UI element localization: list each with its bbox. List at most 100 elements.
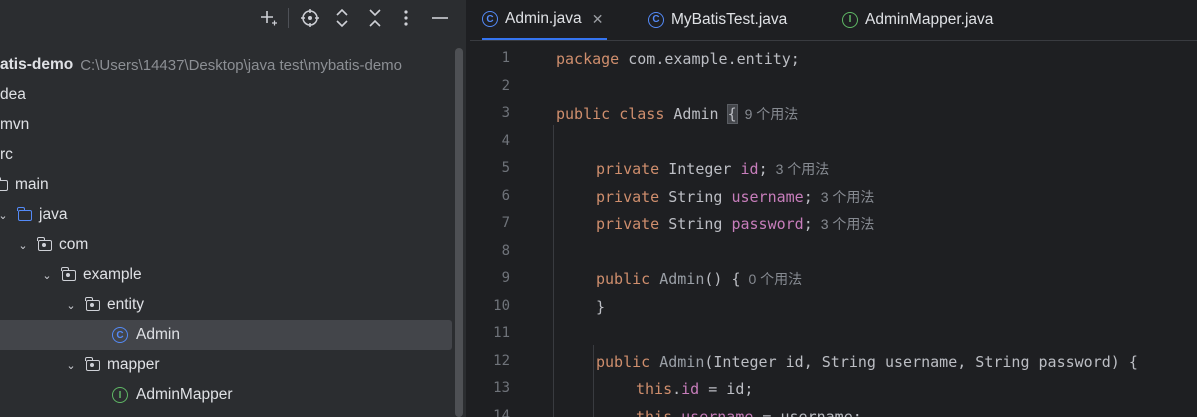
code-editor: C Admin.java ✕ C MyBatisTest.java I Admi… xyxy=(470,0,1197,417)
code-line-10: } xyxy=(596,294,605,321)
tree-item-main[interactable]: main xyxy=(0,170,452,200)
code-line-7: private String password; 3 个用法 xyxy=(596,211,874,238)
tree-item-label: java xyxy=(39,206,68,223)
tree-item-example[interactable]: ⌄ example xyxy=(0,260,452,290)
indent-guide xyxy=(553,125,554,417)
line-number: 2 xyxy=(501,78,510,94)
keyword: private xyxy=(596,160,660,178)
keyword: private xyxy=(596,188,660,206)
tree-item-label: dea xyxy=(0,86,26,103)
field-name: id xyxy=(740,160,759,178)
module-path: C:\Users\14437\Desktop\java test\mybatis… xyxy=(80,56,403,74)
code-line-12: public Admin(Integer id, String username… xyxy=(596,349,1138,376)
tree-item-mvn[interactable]: mvn xyxy=(0,110,452,140)
line-number: 12 xyxy=(493,353,510,369)
keyword: package xyxy=(556,50,620,68)
chevron-down-icon[interactable]: ⌄ xyxy=(0,209,10,222)
test-class-icon: C xyxy=(648,11,664,28)
tree-item-label: Admin xyxy=(136,326,180,343)
indent-guide xyxy=(593,345,594,417)
class-icon: C xyxy=(482,11,498,27)
tab-adminmapper-java[interactable]: I AdminMapper.java xyxy=(842,0,993,39)
line-number: 1 xyxy=(501,50,510,66)
code-text: com.example.entity; xyxy=(619,50,800,68)
code-text: . xyxy=(672,380,682,398)
line-number: 8 xyxy=(501,243,510,259)
project-panel: atis-demo C:\Users\14437\Desktop\java te… xyxy=(0,0,466,417)
tree-item-java[interactable]: ⌄ java xyxy=(0,200,452,230)
usage-hint[interactable]: 3 个用法 xyxy=(821,216,875,232)
package-icon xyxy=(85,356,100,371)
code-text: String xyxy=(659,215,732,233)
tab-mybatistest-java[interactable]: C MyBatisTest.java xyxy=(648,0,787,39)
chevron-down-icon[interactable]: ⌄ xyxy=(16,239,30,252)
package-icon xyxy=(85,296,100,311)
tree-item-idea[interactable]: dea xyxy=(0,80,452,110)
line-number: 5 xyxy=(501,160,510,176)
tab-label: MyBatisTest.java xyxy=(671,10,788,28)
constructor-name: Admin xyxy=(659,270,705,288)
chevron-down-icon[interactable]: ⌄ xyxy=(40,269,54,282)
package-icon xyxy=(37,236,52,251)
keyword: private xyxy=(596,215,660,233)
tree-item-label: AdminMapper xyxy=(136,386,233,403)
line-number: 7 xyxy=(501,215,510,231)
usage-hint[interactable]: 9 个用法 xyxy=(745,106,799,122)
keyword: public xyxy=(596,353,651,371)
tree-item-module[interactable]: atis-demo C:\Users\14437\Desktop\java te… xyxy=(0,50,452,80)
line-number: 14 xyxy=(493,408,510,417)
expand-all-icon[interactable] xyxy=(330,6,354,30)
tree-item-adminmapper[interactable]: I AdminMapper xyxy=(0,380,452,410)
code-text: = username; xyxy=(753,408,862,417)
line-number: 4 xyxy=(501,133,510,149)
code-line-1: package com.example.entity; xyxy=(556,46,800,73)
minimize-icon[interactable] xyxy=(428,6,452,30)
source-folder-icon xyxy=(17,206,32,221)
code-line-3: public class Admin {9 个用法 xyxy=(556,101,798,128)
chevron-down-icon[interactable]: ⌄ xyxy=(64,359,78,372)
field-name: username xyxy=(681,408,754,417)
chevron-down-icon[interactable]: ⌄ xyxy=(64,299,78,312)
code-text: ; xyxy=(803,188,813,206)
field-name: username xyxy=(731,188,804,206)
code-line-9: public Admin() { 0 个用法 xyxy=(596,266,802,293)
module-name: atis-demo xyxy=(0,56,74,73)
tree-item-label: mapper xyxy=(107,356,160,373)
usage-hint[interactable]: 3 个用法 xyxy=(776,161,830,177)
tree-item-entity[interactable]: ⌄ entity xyxy=(0,290,452,320)
interface-icon: I xyxy=(112,387,128,403)
line-number: 6 xyxy=(501,188,510,204)
tree-item-admin[interactable]: C Admin xyxy=(0,320,452,350)
tree-item-label: rc xyxy=(0,146,13,163)
code-text: (Integer id, String username, String pas… xyxy=(704,353,1138,371)
line-number: 9 xyxy=(501,270,510,286)
code-text: } xyxy=(596,298,606,316)
code-line-13: this.id = id; xyxy=(636,376,753,403)
line-number: 13 xyxy=(493,380,510,396)
tree-item-mapper[interactable]: ⌄ mapper xyxy=(0,350,452,380)
keyword: public xyxy=(596,270,651,288)
code-text: String xyxy=(659,188,732,206)
usage-hint[interactable]: 3 个用法 xyxy=(821,189,875,205)
tree-item-src[interactable]: rc xyxy=(0,140,452,170)
tree-item-label: com xyxy=(59,236,89,253)
tree-item-label: main xyxy=(15,176,49,193)
field-name: id xyxy=(681,380,700,398)
line-number: 3 xyxy=(501,105,510,121)
locate-icon[interactable] xyxy=(298,6,322,30)
project-scrollbar[interactable] xyxy=(455,48,463,417)
more-options-icon[interactable] xyxy=(394,6,418,30)
add-icon[interactable] xyxy=(256,6,280,30)
close-icon[interactable]: ✕ xyxy=(592,11,604,28)
tab-admin-java[interactable]: C Admin.java ✕ xyxy=(482,0,608,40)
keyword: public class xyxy=(556,105,665,123)
code-line-5: private Integer id; 3 个用法 xyxy=(596,156,829,183)
tree-item-com[interactable]: ⌄ com xyxy=(0,230,452,260)
code-text: () { xyxy=(704,270,741,288)
field-name: password xyxy=(731,215,804,233)
interface-icon: I xyxy=(842,11,858,28)
collapse-all-icon[interactable] xyxy=(363,6,387,30)
usage-hint[interactable]: 0 个用法 xyxy=(749,271,803,287)
